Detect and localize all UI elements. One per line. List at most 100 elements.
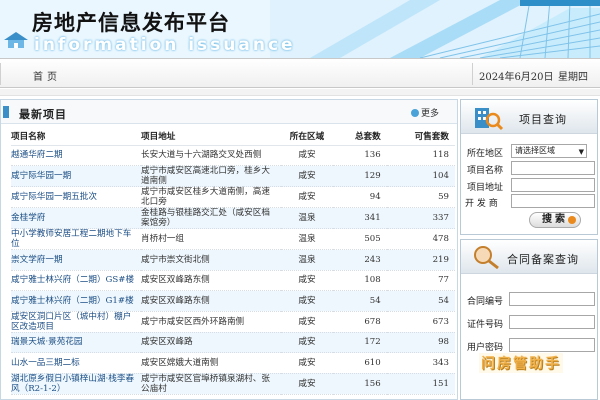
total-units-cell: 156 [333,373,387,395]
more-link[interactable]: 更多 [410,106,439,119]
password-input[interactable] [509,338,595,352]
available-units-cell: 59 [386,186,455,208]
district-cell: 咸安 [281,165,333,187]
nav-divider [472,63,473,85]
column-header-available: 可售套数 [386,127,455,146]
table-row[interactable]: 金桂学府 金桂路与银桂路交汇处（咸安区档案馆旁） 温泉 341 337 [11,207,455,229]
magnifier-icon [474,246,499,270]
project-address-label: 项目地址 [467,183,504,193]
project-address-cell: 咸安区双峰路东侧 [141,270,281,291]
table-header-row: 项目名称 项目地址 所在区域 总套数 可售套数 [11,127,455,146]
column-header-name: 项目名称 [11,127,141,146]
sub-bar [0,89,600,96]
project-address-cell: 金桂路与银桂路交汇处（咸安区档案馆旁） [141,207,281,229]
district-label: 所在地区 [467,149,504,159]
column-header-address: 项目地址 [141,127,281,146]
project-address-cell: 咸宁市崇文街北侧 [141,249,281,271]
project-address-cell: 咸安区嫦娥大道南侧 [141,352,281,374]
project-name-input[interactable] [511,161,595,175]
available-units-cell: 98 [386,332,455,353]
current-weekday: 星期四 [558,72,588,83]
password-label: 用户密码 [467,343,504,353]
project-address-input[interactable] [511,178,595,192]
contract-query-panel: 合同备案查询 合同编号 证件号码 用户密码 问房管助手 [460,239,598,400]
project-name-cell[interactable]: 瑞景天城·景苑花园 [11,332,141,353]
district-cell: 温泉 [281,207,333,229]
table-row[interactable]: 瑞景天城·景苑花园 咸安区双峰路 咸安 172 98 [11,332,455,353]
building-graphic [270,0,600,58]
available-units-cell: 118 [386,145,455,166]
table-row[interactable]: 咸宁雅士林兴府（二期）G1#楼 咸安区双峰路东侧 咸安 54 54 [11,290,455,312]
latest-projects-panel: 最新项目 更多 项目名称 项目地址 所在区域 总套数 可售套数 越通华府二期 长安… [0,99,458,400]
table-row[interactable]: 咸安区洞口片区（城中村）棚户区改造项目 咸宁市咸安区西外环路南侧 咸安 678 673 [11,311,455,333]
project-address-cell: 咸安区双峰路 [141,332,281,353]
project-name-cell[interactable]: 山水一品三期二标 [11,352,141,374]
top-nav: 首页 2024年6月20日 星期四 [0,58,600,88]
project-name-cell[interactable]: 越通华府二期 [11,145,141,166]
total-units-cell: 129 [333,165,387,187]
project-address-cell: 咸安区双峰路东侧 [141,290,281,312]
project-name-cell[interactable]: 咸宁际华园一期五批次 [11,186,141,208]
table-row[interactable]: 湖北原乡假日小镇梓山湖·栈李春风（R2-1-2） 咸宁市咸安区官埠桥镇泉湖村、张公… [11,373,455,395]
id-number-input[interactable] [509,315,595,329]
available-units-cell: 54 [386,290,455,312]
table-row[interactable]: 咸宁雅士林兴府（二期）GS#楼 咸安区双峰路东侧 咸安 108 77 [11,270,455,291]
arrow-icon [568,216,576,224]
chevron-down-icon: ▼ [578,148,584,156]
project-name-cell[interactable]: 咸安区洞口片区（城中村）棚户区改造项目 [11,311,141,333]
project-name-cell[interactable]: 咸宁际华园一期 [11,165,141,187]
table-row[interactable]: 中小学教师安居工程二期地下车位 肖桥村一组 温泉 505 478 [11,228,455,250]
table-row[interactable]: 越通华府二期 长安大道与十六湖路交叉处西侧 咸安 136 118 [11,145,455,166]
search-button[interactable]: 搜索 [529,212,581,228]
project-name-cell[interactable]: 崇文学府一期 [11,249,141,271]
projects-table: 项目名称 项目地址 所在区域 总套数 可售套数 越通华府二期 长安大道与十六湖路交… [11,127,455,395]
project-name-label: 项目名称 [467,166,504,176]
project-name-cell[interactable]: 金桂学府 [11,207,141,229]
district-cell: 咸安 [281,311,333,333]
table-row[interactable]: 崇文学府一期 咸宁市崇文街北侧 温泉 243 219 [11,249,455,271]
project-address-cell: 肖桥村一组 [141,228,281,250]
house-logo-icon [4,32,28,48]
project-name-cell[interactable]: 咸宁雅士林兴府（二期）G1#楼 [11,290,141,312]
table-row[interactable]: 咸宁际华园一期五批次 咸宁市咸安区桂乡大道南侧，高速北口旁 咸安 94 59 [11,186,455,208]
project-name-cell[interactable]: 咸宁雅士林兴府（二期）GS#楼 [11,270,141,291]
project-address-cell: 咸宁市咸安区高速北口旁，桂乡大道南侧 [141,165,281,187]
project-name-cell[interactable]: 中小学教师安居工程二期地下车位 [11,228,141,250]
available-units-cell: 219 [386,249,455,271]
available-units-cell: 151 [386,373,455,395]
column-header-district: 所在区域 [281,127,333,146]
developer-input[interactable] [511,194,595,208]
project-query-panel: 项目查询 所在地区 请选择区域 ▼ 项目名称 项目地址 开 发 商 搜索 [460,99,598,235]
project-address-cell: 咸宁市咸安区西外环路南侧 [141,311,281,333]
total-units-cell: 610 [333,352,387,374]
nav-divider [0,63,1,85]
site-title: 房地产信息发布平台 [32,10,230,35]
site-banner: 房地产信息发布平台 information issuance [0,0,600,58]
total-units-cell: 243 [333,249,387,271]
district-select-value: 请选择区域 [515,146,555,155]
column-header-total: 总套数 [333,127,387,146]
panel-title: 最新项目 [19,108,67,121]
panel-title: 合同备案查询 [507,253,579,266]
table-row[interactable]: 山水一品三期二标 咸安区嫦娥大道南侧 咸安 610 343 [11,352,455,374]
district-cell: 温泉 [281,228,333,250]
total-units-cell: 678 [333,311,387,333]
total-units-cell: 136 [333,145,387,166]
panel-header: 合同备案查询 [461,240,597,274]
total-units-cell: 108 [333,270,387,291]
panel-title: 项目查询 [519,113,567,126]
more-label: 更多 [420,109,439,119]
more-icon [410,109,419,117]
nav-home-link[interactable]: 首页 [33,68,61,83]
project-name-cell[interactable]: 湖北原乡假日小镇梓山湖·栈李春风（R2-1-2） [11,373,141,395]
district-cell: 咸安 [281,145,333,166]
district-cell: 温泉 [281,249,333,271]
available-units-cell: 104 [386,165,455,187]
contract-number-input[interactable] [509,292,595,306]
site-subtitle: information issuance [34,35,296,55]
table-row[interactable]: 咸宁际华园一期 咸宁市咸安区高速北口旁，桂乡大道南侧 咸安 129 104 [11,165,455,187]
available-units-cell: 77 [386,270,455,291]
district-cell: 咸安 [281,332,333,353]
developer-label: 开 发 商 [465,199,498,209]
district-select[interactable]: 请选择区域 ▼ [511,144,587,158]
